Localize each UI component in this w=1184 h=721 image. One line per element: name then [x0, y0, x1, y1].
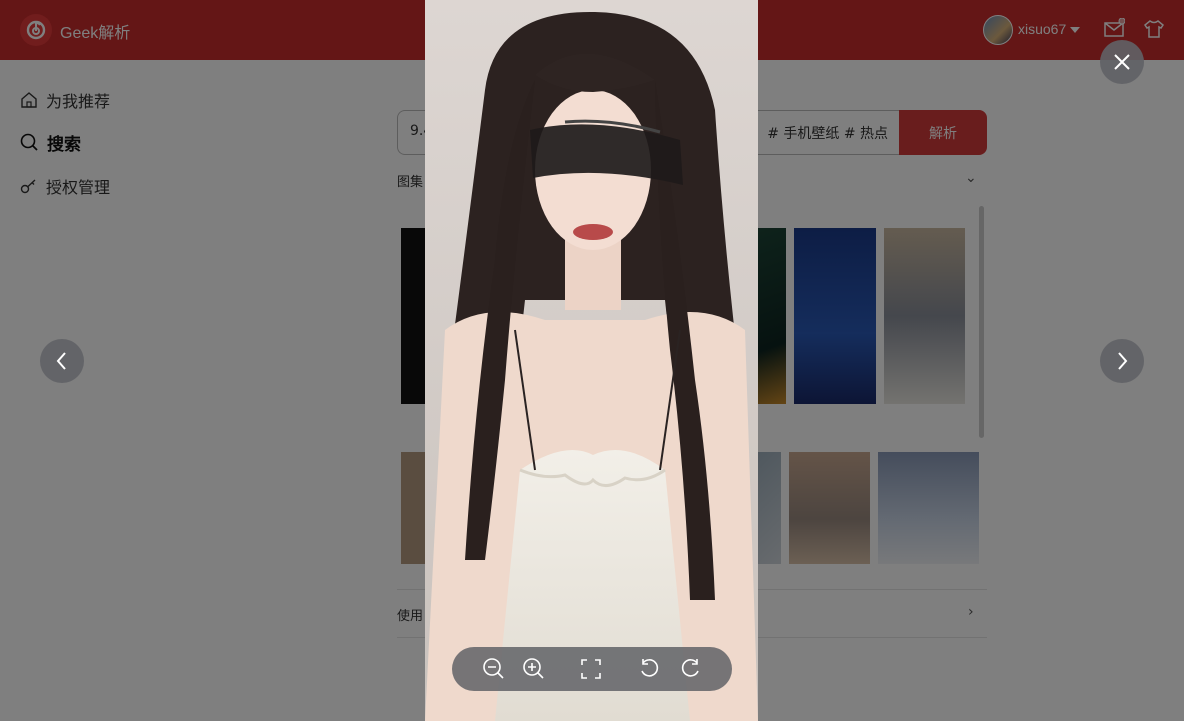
close-viewer-button[interactable] — [1100, 40, 1144, 84]
chevron-right-icon — [1118, 352, 1128, 370]
zoom-out-icon[interactable] — [482, 657, 506, 681]
zoom-in-icon[interactable] — [522, 657, 546, 681]
viewer-toolbar — [452, 647, 732, 691]
close-icon — [1114, 54, 1130, 70]
fullscreen-icon[interactable] — [579, 657, 603, 681]
prev-image-button[interactable] — [40, 339, 84, 383]
chevron-left-icon — [56, 352, 66, 370]
rotate-left-icon[interactable] — [638, 657, 662, 681]
preview-image — [425, 0, 758, 721]
rotate-right-icon[interactable] — [678, 657, 702, 681]
next-image-button[interactable] — [1100, 339, 1144, 383]
